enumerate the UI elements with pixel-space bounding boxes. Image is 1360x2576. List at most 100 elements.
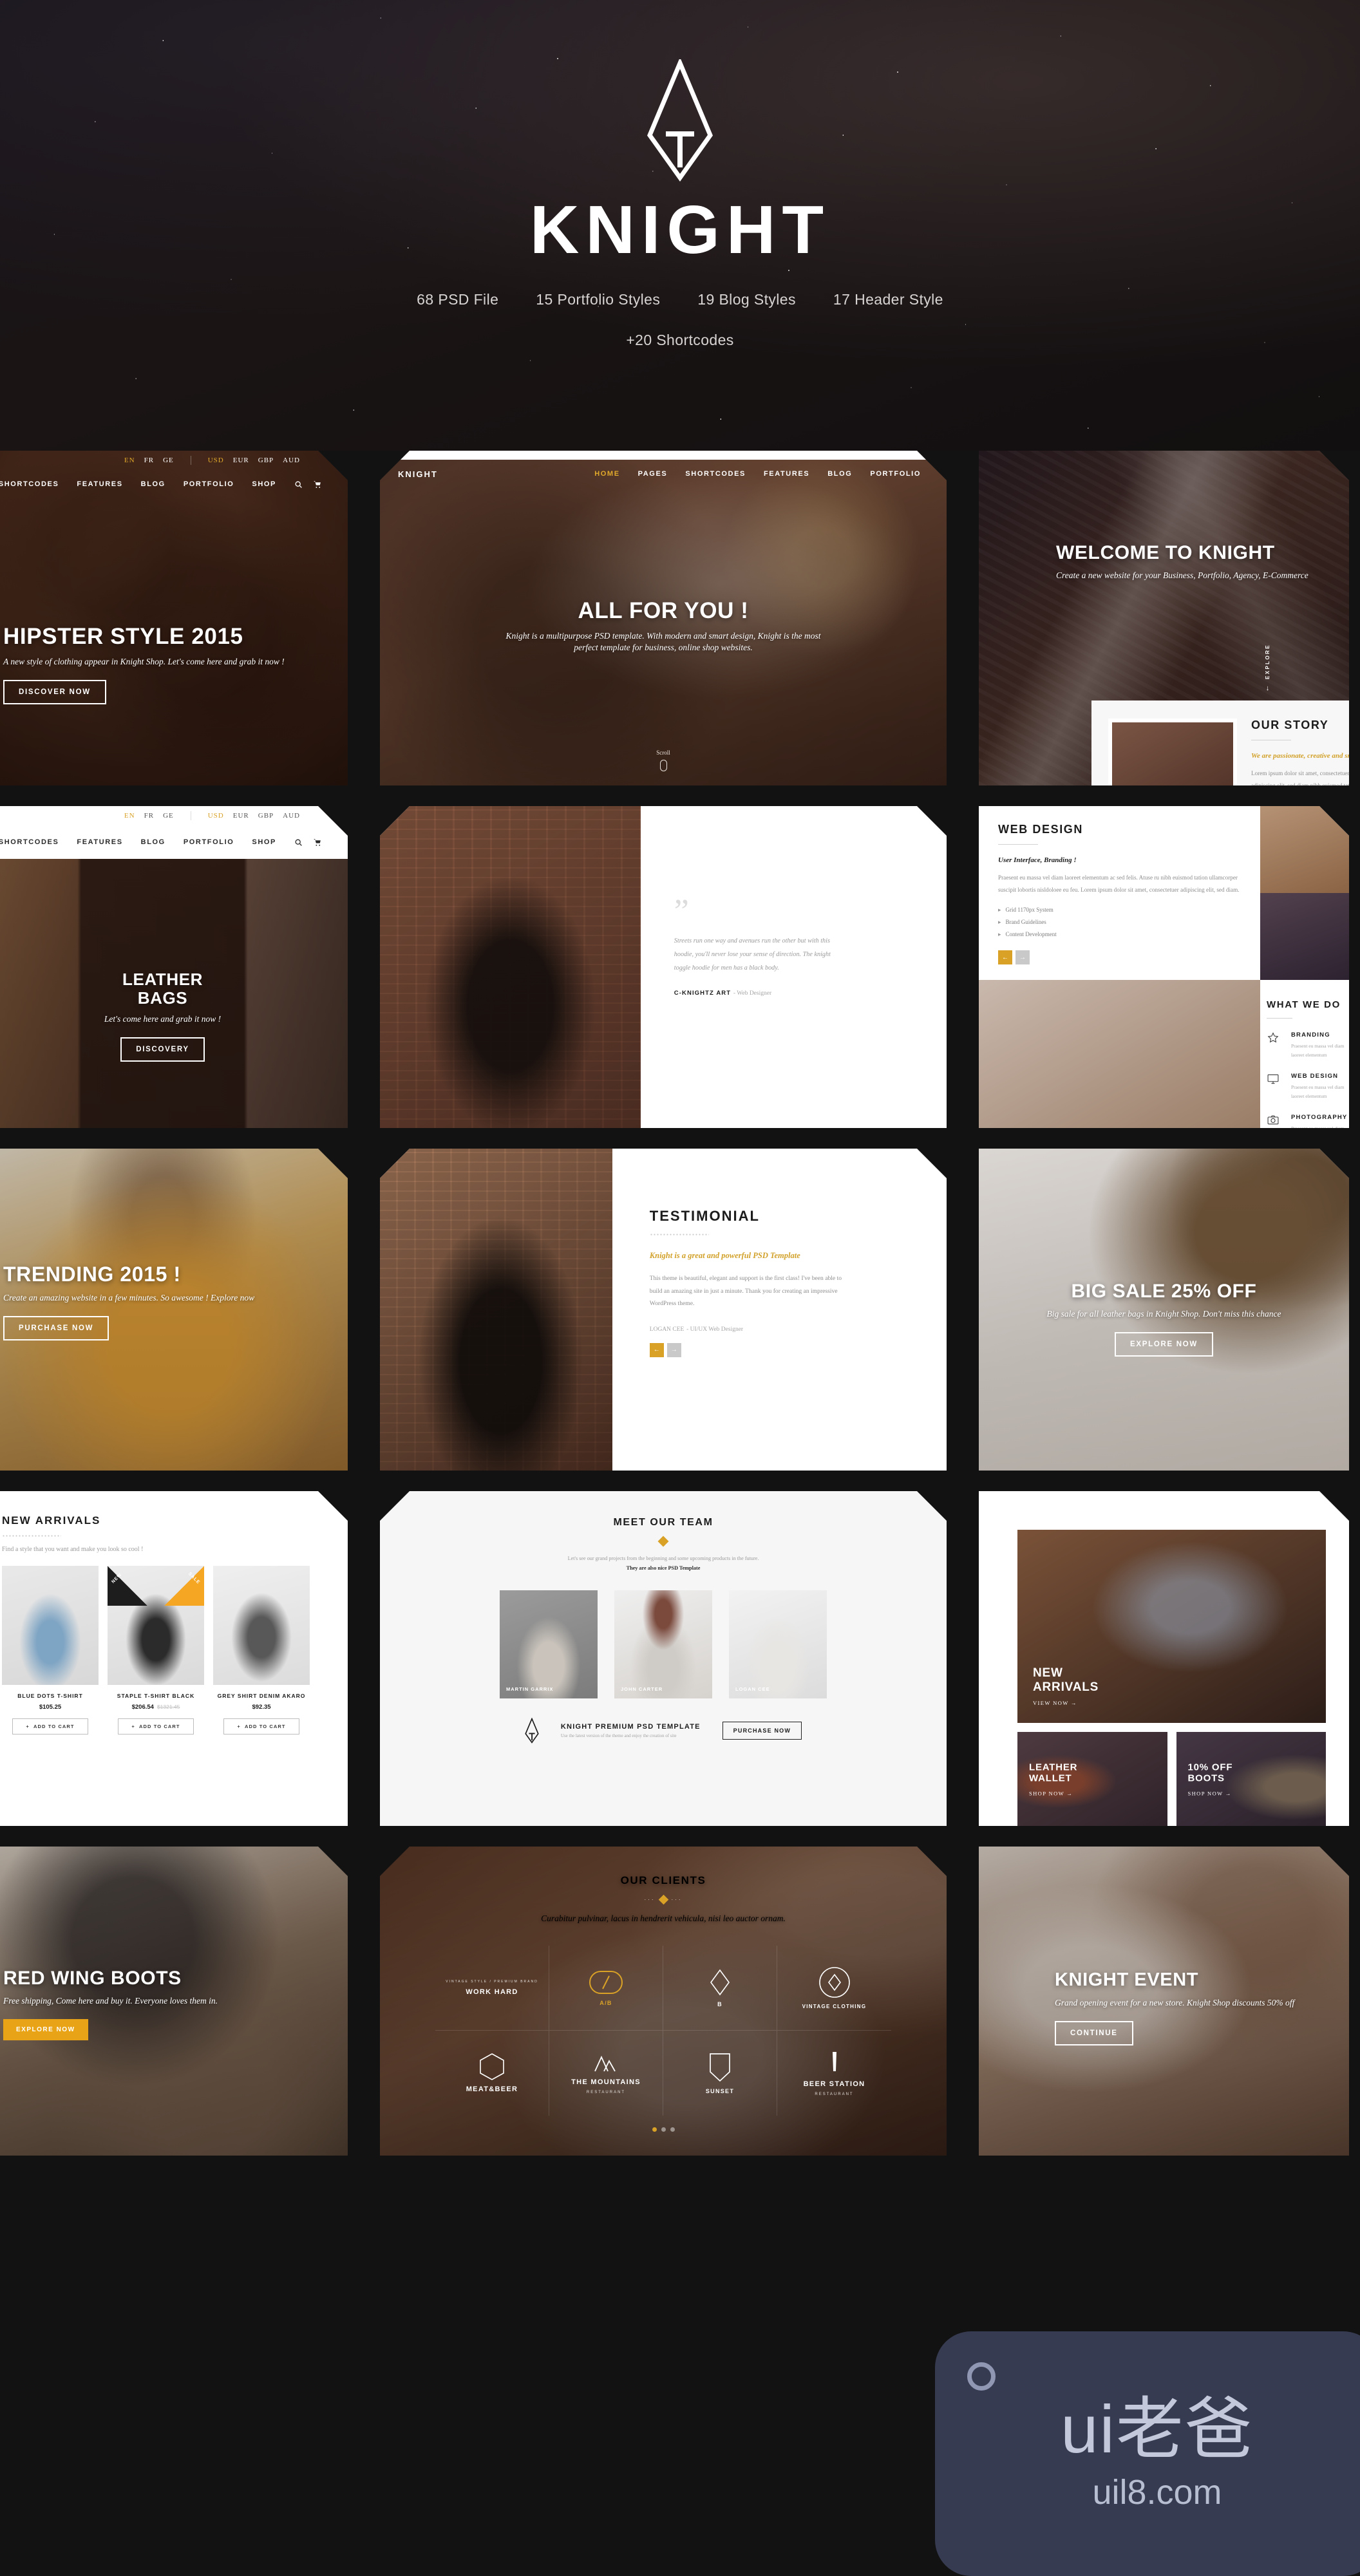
- carousel-dot[interactable]: [652, 2127, 657, 2132]
- currency-aud[interactable]: AUD: [283, 812, 300, 820]
- client-logo[interactable]: MEAT&BEER: [435, 2031, 549, 2116]
- client-logo[interactable]: THE MOUNTAINS RESTAURANT: [549, 2031, 663, 2116]
- carousel-dot[interactable]: [670, 2127, 675, 2132]
- team-member-card[interactable]: LOGAN CEE: [729, 1590, 827, 1698]
- promo-link[interactable]: SHOP NOW →: [1029, 1790, 1077, 1796]
- nav-shortcodes[interactable]: SHORTCODES: [0, 480, 59, 488]
- topbar-locale[interactable]: EN FR GE USD EUR GBP AUD: [0, 451, 348, 470]
- currency-usd[interactable]: USD: [208, 812, 224, 820]
- feature-item-header: 17 Header Style: [833, 291, 943, 308]
- shot-knight-event[interactable]: KNIGHT EVENT Grand opening event for a n…: [979, 1847, 1349, 2156]
- explore-now-button[interactable]: EXPLORE NOW: [1115, 1332, 1213, 1357]
- add-to-cart-button[interactable]: + ADD TO CART: [223, 1718, 299, 1735]
- cart-icon[interactable]: [313, 480, 322, 489]
- currency-gbp[interactable]: GBP: [258, 456, 274, 464]
- nav-shortcodes[interactable]: SHORTCODES: [0, 838, 59, 846]
- cart-icon[interactable]: [313, 838, 322, 847]
- shot-new-arrivals-products[interactable]: NEW ARRIVALS Find a style that you want …: [0, 1491, 348, 1826]
- shot-welcome-to-knight[interactable]: WELCOME TO KNIGHT Create a new website f…: [979, 451, 1349, 785]
- currency-eur[interactable]: EUR: [233, 812, 249, 820]
- shot-trending-2015[interactable]: TRENDING 2015 ! Create an amazing websit…: [0, 1149, 348, 1471]
- nav-shop[interactable]: SHOP: [252, 480, 276, 488]
- shot-promo-tiles[interactable]: NEW ARRIVALS VIEW NOW → LEATHER WALLET S…: [979, 1491, 1349, 1826]
- promo-leather-wallet[interactable]: LEATHER WALLET SHOP NOW →: [1017, 1732, 1167, 1826]
- shot-our-clients[interactable]: OUR CLIENTS ··· ··· Curabitur pulvinar, …: [380, 1847, 947, 2156]
- add-to-cart-button[interactable]: + ADD TO CART: [12, 1718, 88, 1735]
- lang-fr[interactable]: FR: [144, 456, 154, 464]
- search-icon[interactable]: [294, 480, 303, 489]
- client-logo[interactable]: SUNSET: [663, 2031, 777, 2116]
- client-logo[interactable]: BEER STATION RESTAURANT: [777, 2031, 891, 2116]
- team-member-card[interactable]: MARTIN GARRIX: [500, 1590, 598, 1698]
- purchase-now-button[interactable]: PURCHASE NOW: [722, 1722, 802, 1740]
- arrow-left-icon[interactable]: ←: [650, 1343, 664, 1357]
- nav-portfolio[interactable]: PORTFOLIO: [870, 470, 921, 478]
- purchase-now-button[interactable]: PURCHASE NOW: [3, 1316, 109, 1340]
- add-to-cart-button[interactable]: + ADD TO CART: [118, 1718, 194, 1735]
- client-logo[interactable]: VINTAGE CLOTHING: [777, 1946, 891, 2031]
- product-card[interactable]: NEW SALE STAPLE T-SHIRT BLACK $206.54 $13…: [108, 1566, 204, 1735]
- explore-now-button[interactable]: EXPLORE NOW: [3, 2019, 88, 2040]
- currency-usd[interactable]: USD: [208, 456, 224, 464]
- product-card[interactable]: BLUE DOTS T-SHIRT $105.25 + ADD TO CART: [2, 1566, 99, 1735]
- nav-blog[interactable]: BLOG: [141, 838, 165, 846]
- main-navigation[interactable]: HOME PAGES SHORTCODES FEATURES BLOG PORT…: [0, 825, 348, 859]
- explore-label[interactable]: EXPLORE: [1265, 644, 1270, 679]
- client-logo-name: SUNSET: [705, 2088, 735, 2095]
- lang-fr[interactable]: FR: [144, 812, 154, 820]
- shot-quote-portrait[interactable]: ” Streets run one way and avenues run th…: [380, 806, 947, 1128]
- currency-eur[interactable]: EUR: [233, 456, 249, 464]
- shot-leather-bags[interactable]: HOME PAGES SHORTCODES FEATURES BLOG PORT…: [0, 806, 348, 1128]
- arrow-right-icon[interactable]: →: [1015, 950, 1030, 964]
- main-navigation[interactable]: HOME PAGES SHORTCODES FEATURES BLOG PORT…: [0, 470, 348, 498]
- client-logo[interactable]: B: [663, 1946, 777, 2031]
- shot-testimonial[interactable]: TESTIMONIAL Knight is a great and powerf…: [380, 1149, 947, 1471]
- shot-big-sale[interactable]: BIG SALE 25% OFF Big sale for all leathe…: [979, 1149, 1349, 1471]
- shot-meet-our-team[interactable]: MEET OUR TEAM Let's see our grand projec…: [380, 1491, 947, 1826]
- currency-switcher[interactable]: USD EUR GBP AUD: [208, 456, 300, 464]
- lang-ge[interactable]: GE: [163, 812, 174, 820]
- service-item-branding: BRANDING Praesent eu massa vel diam laor…: [1267, 1031, 1349, 1060]
- lang-ge[interactable]: GE: [163, 456, 174, 464]
- shot-all-for-you[interactable]: KNIGHT HOME PAGES SHORTCODES FEATURES BL…: [380, 451, 947, 785]
- currency-gbp[interactable]: GBP: [258, 812, 274, 820]
- discovery-button[interactable]: DISCOVERY: [120, 1037, 205, 1062]
- promo-link[interactable]: VIEW NOW →: [1033, 1700, 1099, 1706]
- nav-features[interactable]: FEATURES: [77, 480, 122, 488]
- client-logo[interactable]: VINTAGE STYLE / PREMIUM BRAND WORK HARD: [435, 1946, 549, 2031]
- badge-sale: SALE: [164, 1566, 204, 1606]
- nav-blog[interactable]: BLOG: [827, 470, 852, 478]
- currency-aud[interactable]: AUD: [283, 456, 300, 464]
- lang-en[interactable]: EN: [124, 456, 135, 464]
- carousel-dot[interactable]: [661, 2127, 666, 2132]
- client-logo-sub: RESTAURANT: [815, 2092, 854, 2096]
- arrow-right-icon[interactable]: →: [667, 1343, 681, 1357]
- shot-hipster-style[interactable]: EN FR GE USD EUR GBP AUD HOME: [0, 451, 348, 785]
- nav-features[interactable]: FEATURES: [77, 838, 122, 846]
- promo-new-arrivals[interactable]: NEW ARRIVALS VIEW NOW →: [1017, 1530, 1326, 1723]
- client-logo[interactable]: A/B: [549, 1946, 663, 2031]
- product-card[interactable]: GREY SHIRT DENIM AKARO $92.35 + ADD TO C…: [213, 1566, 310, 1735]
- discover-now-button[interactable]: DISCOVER NOW: [3, 680, 106, 704]
- nav-portfolio[interactable]: PORTFOLIO: [184, 480, 234, 488]
- team-member-card[interactable]: JOHN CARTER: [614, 1590, 712, 1698]
- nav-portfolio[interactable]: PORTFOLIO: [184, 838, 234, 846]
- promo-boots-discount[interactable]: 10% OFF BOOTS SHOP NOW →: [1176, 1732, 1327, 1826]
- shot-red-wing-boots[interactable]: RED WING BOOTS Free shipping, Come here …: [0, 1847, 348, 2156]
- nav-shortcodes[interactable]: SHORTCODES: [685, 470, 746, 478]
- shot-web-design[interactable]: WEB DESIGN User Interface, Branding ! Pr…: [979, 806, 1349, 1128]
- language-switcher[interactable]: EN FR GE: [124, 456, 174, 464]
- watermark-url: uil8.com: [1092, 2472, 1222, 2512]
- nav-home[interactable]: HOME: [594, 470, 619, 478]
- nav-pages[interactable]: PAGES: [638, 470, 668, 478]
- carousel-dots[interactable]: [435, 2127, 891, 2132]
- promo-link[interactable]: SHOP NOW →: [1188, 1790, 1233, 1796]
- nav-features[interactable]: FEATURES: [764, 470, 809, 478]
- lang-en[interactable]: EN: [124, 812, 135, 820]
- arrow-left-icon[interactable]: ←: [998, 950, 1012, 964]
- continue-button[interactable]: CONTINUE: [1055, 2021, 1133, 2045]
- site-logo-text[interactable]: KNIGHT: [398, 469, 438, 479]
- nav-blog[interactable]: BLOG: [141, 480, 165, 488]
- search-icon[interactable]: [294, 838, 303, 847]
- nav-shop[interactable]: SHOP: [252, 838, 276, 846]
